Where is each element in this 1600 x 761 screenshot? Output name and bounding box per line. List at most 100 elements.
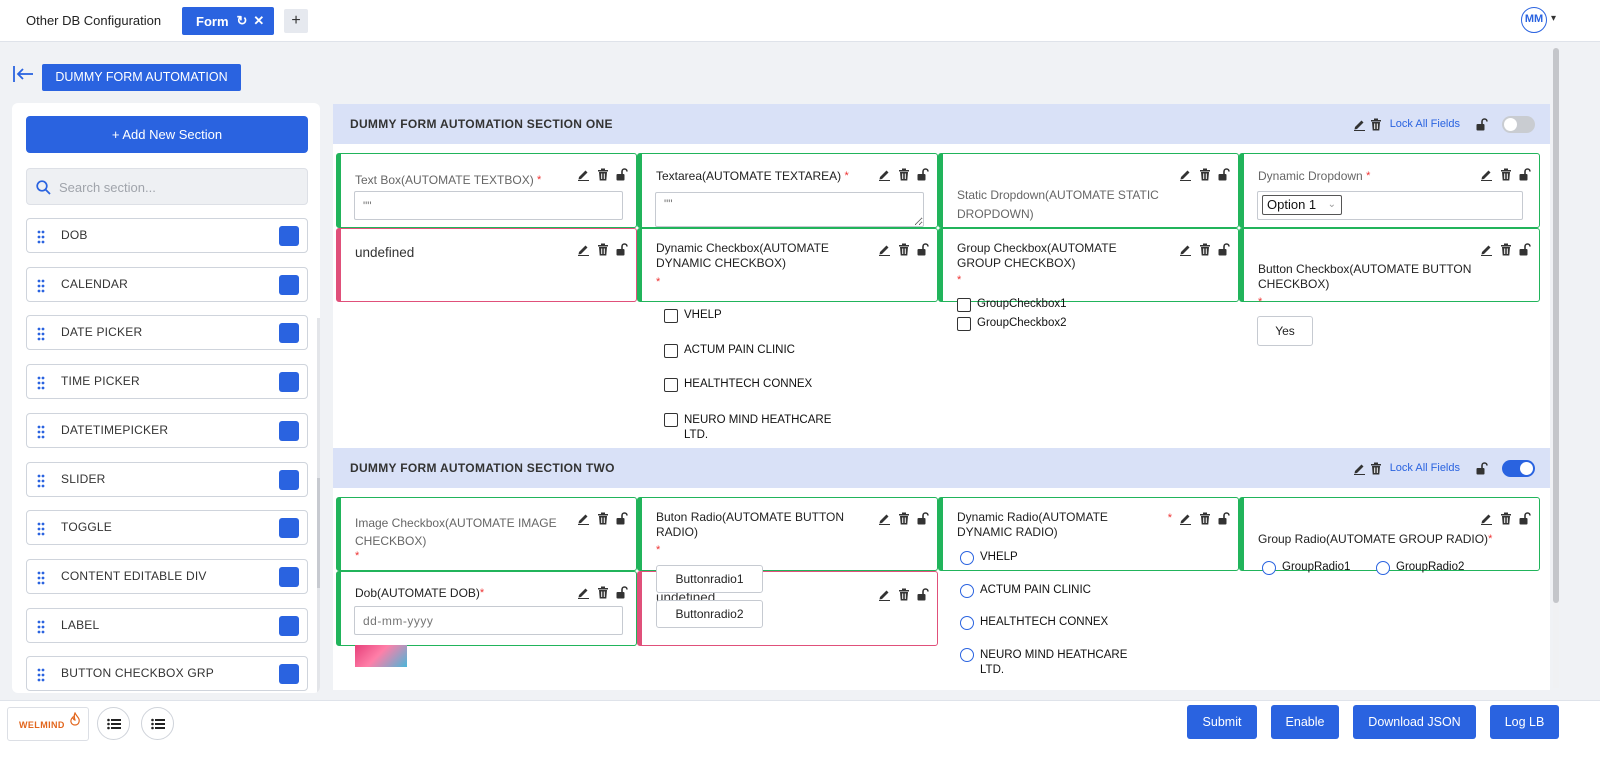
radio-button[interactable]: [960, 551, 974, 565]
section-list-item[interactable]: DATETIMEPICKER: [26, 412, 308, 448]
checkbox[interactable]: [664, 413, 678, 427]
section-toggle[interactable]: [1502, 115, 1535, 133]
yes-button[interactable]: Yes: [1257, 316, 1313, 346]
list-view-button[interactable]: [97, 707, 130, 740]
download-json-button[interactable]: Download JSON: [1353, 705, 1476, 739]
unlock-icon[interactable]: [1476, 117, 1488, 131]
edit-icon[interactable]: [577, 512, 590, 525]
trash-icon[interactable]: [597, 512, 609, 525]
trash-icon[interactable]: [597, 586, 609, 599]
radio-button[interactable]: [960, 616, 974, 630]
undefined-field[interactable]: undefined: [336, 228, 637, 302]
group-checkbox-field[interactable]: Group Checkbox(AUTOMATE GROUP CHECKBOX) …: [938, 228, 1239, 302]
section-color-swatch[interactable]: [279, 226, 299, 246]
unlock-icon[interactable]: [917, 588, 929, 601]
edit-icon[interactable]: [1179, 512, 1192, 525]
button-checkbox-field[interactable]: Button Checkbox(AUTOMATE BUTTON CHECKBOX…: [1239, 228, 1540, 308]
section-toggle[interactable]: [1502, 459, 1535, 477]
edit-icon[interactable]: [577, 168, 590, 181]
trash-icon[interactable]: [1370, 118, 1382, 131]
trash-icon[interactable]: [597, 243, 609, 256]
section-list-item[interactable]: TOGGLE: [26, 510, 308, 546]
drag-handle-icon[interactable]: [37, 230, 45, 244]
textarea-field[interactable]: Textarea(AUTOMATE TEXTAREA) *: [637, 153, 938, 228]
dynamic-dropdown-field[interactable]: Dynamic Dropdown * Option 1 ⌄: [1239, 153, 1540, 228]
section-list-item[interactable]: DATE PICKER: [26, 315, 308, 351]
enable-button[interactable]: Enable: [1271, 705, 1339, 739]
trash-icon[interactable]: [1500, 168, 1512, 181]
checkbox-option[interactable]: HEALTHTECH CONNEX: [664, 378, 812, 392]
edit-icon[interactable]: [878, 588, 891, 601]
unlock-icon[interactable]: [1218, 243, 1230, 256]
section-color-swatch[interactable]: [279, 420, 299, 441]
static-dropdown-field[interactable]: Static Dropdown(AUTOMATE STATIC DROPDOWN…: [938, 153, 1239, 228]
section-color-swatch[interactable]: [279, 664, 299, 685]
search-input[interactable]: [59, 176, 299, 198]
edit-icon[interactable]: [1480, 243, 1493, 256]
trash-icon[interactable]: [1500, 243, 1512, 256]
dynamic-checkbox-field[interactable]: Dynamic Checkbox(AUTOMATE DYNAMIC CHECKB…: [637, 228, 938, 302]
radio-button[interactable]: [960, 584, 974, 598]
section-color-swatch[interactable]: [279, 566, 299, 587]
trash-icon[interactable]: [898, 512, 910, 525]
group-radio-option[interactable]: GroupRadio1: [1262, 561, 1350, 575]
trash-icon[interactable]: [898, 588, 910, 601]
unlock-icon[interactable]: [917, 512, 929, 525]
checkbox-option[interactable]: ACTUM PAIN CLINIC: [664, 344, 795, 358]
section-list-item[interactable]: CONTENT EDITABLE DIV: [26, 558, 308, 594]
checkbox-option[interactable]: VHELP: [664, 309, 722, 323]
unlock-icon[interactable]: [1476, 461, 1488, 475]
avatar[interactable]: MM: [1521, 7, 1547, 33]
textbox-input[interactable]: [354, 191, 623, 220]
trash-icon[interactable]: [1500, 512, 1512, 525]
add-new-section-button[interactable]: + Add New Section: [26, 116, 308, 153]
textarea-input[interactable]: [655, 192, 924, 227]
edit-icon[interactable]: [878, 243, 891, 256]
unlock-icon[interactable]: [616, 243, 628, 256]
edit-icon[interactable]: [878, 512, 891, 525]
section-color-swatch[interactable]: [279, 615, 299, 636]
trash-icon[interactable]: [597, 168, 609, 181]
form-title-button[interactable]: DUMMY FORM AUTOMATION: [42, 64, 241, 91]
tab-form[interactable]: Form ↻ ✕: [182, 7, 274, 35]
unlock-icon[interactable]: [917, 168, 929, 181]
edit-icon[interactable]: [1179, 168, 1192, 181]
list-view-alt-button[interactable]: [141, 707, 174, 740]
edit-icon[interactable]: [577, 586, 590, 599]
section-color-swatch[interactable]: [279, 518, 299, 539]
section-color-swatch[interactable]: [279, 274, 299, 295]
section-color-swatch[interactable]: [279, 372, 299, 393]
section-list-item[interactable]: BUTTON CHECKBOX GRP: [26, 656, 308, 692]
section-list-item[interactable]: TIME PICKER: [26, 364, 308, 400]
unlock-icon[interactable]: [1218, 168, 1230, 181]
drag-handle-icon[interactable]: [37, 327, 45, 341]
main-scrollbar[interactable]: [1553, 48, 1559, 688]
sidebar-scroll-thumb[interactable]: [317, 478, 320, 588]
group-checkbox-option[interactable]: GroupCheckbox1: [957, 298, 1067, 312]
lock-all-fields-link[interactable]: Lock All Fields: [1390, 462, 1460, 474]
trash-icon[interactable]: [898, 243, 910, 256]
radio-option[interactable]: NEURO MIND HEATHCARE LTD.: [960, 648, 1140, 678]
dynamic-dropdown-select[interactable]: Option 1 ⌄: [1262, 195, 1342, 215]
button-radio-option[interactable]: Buttonradio2: [656, 600, 763, 628]
drag-handle-icon[interactable]: [37, 668, 45, 682]
group-radio-option[interactable]: GroupRadio2: [1376, 561, 1464, 575]
tab-other-db-configuration[interactable]: Other DB Configuration: [14, 7, 173, 35]
section-list-item[interactable]: DOB: [26, 218, 308, 253]
section-list-item[interactable]: CALENDAR: [26, 266, 308, 302]
checkbox-option[interactable]: NEURO MIND HEATHCARE LTD.: [664, 413, 844, 443]
unlock-icon[interactable]: [1218, 512, 1230, 525]
main-scroll-thumb[interactable]: [1553, 48, 1559, 603]
group-radio-field[interactable]: Group Radio(AUTOMATE GROUP RADIO)*: [1239, 497, 1540, 571]
group-checkbox-option[interactable]: GroupCheckbox2: [957, 317, 1067, 331]
drag-handle-icon[interactable]: [37, 522, 45, 536]
drag-handle-icon[interactable]: [37, 620, 45, 634]
radio-button[interactable]: [1262, 561, 1276, 575]
trash-icon[interactable]: [1199, 168, 1211, 181]
checkbox[interactable]: [664, 344, 678, 358]
log-lb-button[interactable]: Log LB: [1490, 705, 1559, 739]
lock-all-fields-link[interactable]: Lock All Fields: [1390, 118, 1460, 130]
unlock-icon[interactable]: [917, 243, 929, 256]
drag-handle-icon[interactable]: [37, 425, 45, 439]
edit-icon[interactable]: [1480, 512, 1493, 525]
